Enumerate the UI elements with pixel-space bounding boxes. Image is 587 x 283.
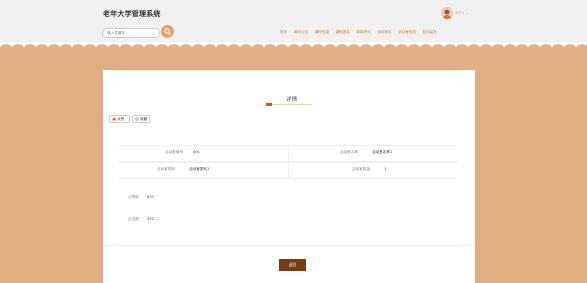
likes-value: 827 (147, 195, 155, 199)
clicks-label: 点击数: (128, 217, 140, 221)
like-label: 点赞 (117, 116, 125, 121)
favorite-label: 收藏 (140, 116, 148, 121)
clicks-stat: 点击数: 552 (128, 217, 154, 222)
clicks-value: 552 (147, 217, 155, 221)
nav-item-activity-rooms[interactable]: 活动室信息 (398, 30, 416, 35)
nav-item-home[interactable]: 首页 (280, 30, 287, 35)
nav-item-announcements[interactable]: 网站公告 (294, 30, 308, 35)
nav-item-courses[interactable]: 课程信息 (315, 30, 329, 35)
room-type-value: 活动室类别1 (189, 167, 210, 171)
room-count-label: 活动室数量: (352, 167, 372, 171)
row-divider (288, 146, 289, 161)
info-row: 活动室编号: 001 活动室名称: 活动室名称1 (119, 145, 457, 162)
title-underline (272, 104, 312, 105)
user-avatar-icon (441, 7, 453, 19)
username: 用户1 (455, 11, 465, 15)
chevron-down-icon: ⌄ (465, 11, 469, 15)
avatar[interactable] (441, 7, 453, 19)
info-row: 活动室类别: 活动室类别1 活动室数量: 1 (119, 162, 457, 179)
likes-stat: 点赞数: 827 (128, 195, 154, 200)
back-button[interactable]: 返回 (279, 259, 306, 271)
page-title: 详情 (286, 97, 298, 103)
main-nav: 首页 网站公告 课程信息 课程报名 新闻资讯 活动报名 活动室信息 在线留言 (280, 30, 443, 35)
room-type-label: 活动室类别: (157, 167, 177, 171)
favorite-icon (134, 116, 140, 122)
nav-item-course-signup[interactable]: 课程报名 (335, 30, 349, 35)
top-header: 老年大学管理系统 首页 网站公告 课程信息 课程报名 新闻资讯 活动报名 活动室… (0, 0, 587, 42)
search-input[interactable] (107, 29, 157, 37)
favorite-button[interactable]: 收藏 (132, 115, 150, 123)
likes-label: 点赞数: (128, 195, 140, 199)
room-count-value: 1 (384, 167, 387, 171)
room-no-label: 活动室编号: (165, 150, 185, 154)
room-name-value: 活动室名称1 (372, 150, 393, 154)
search-icon (164, 28, 171, 35)
username-menu[interactable]: 用户1 ⌄ (455, 11, 469, 16)
footer-divider (103, 245, 475, 246)
search-box (102, 28, 160, 38)
room-name-label: 活动室名称: (340, 150, 360, 154)
site-title: 老年大学管理系统 (103, 10, 161, 18)
nav-item-news[interactable]: 新闻资讯 (356, 30, 370, 35)
row-divider (288, 163, 289, 178)
nav-item-messages[interactable]: 在线留言 (423, 30, 437, 35)
like-button[interactable]: 点赞 (109, 115, 130, 123)
nav-item-activity-signup[interactable]: 活动报名 (377, 30, 391, 35)
search-button[interactable] (161, 25, 174, 38)
room-no-value: 001 (193, 150, 200, 154)
wave-divider (0, 44, 587, 50)
thumbs-up-icon (112, 116, 116, 122)
